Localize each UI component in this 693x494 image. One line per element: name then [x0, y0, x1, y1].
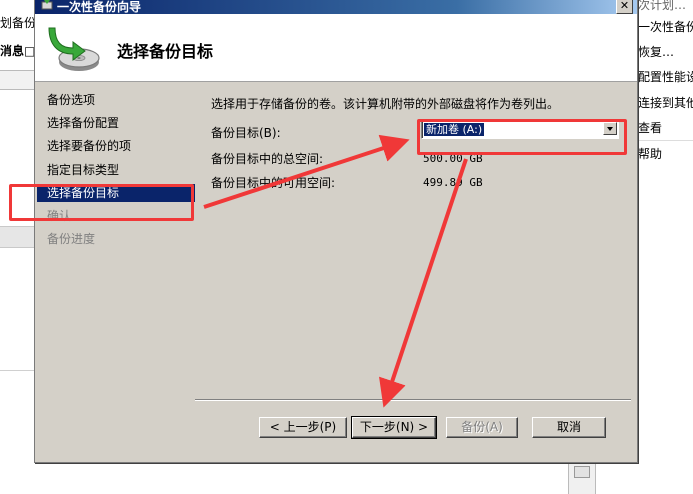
- backup-button[interactable]: 备份(A): [446, 417, 518, 438]
- dialog-title: 一次性备份向导: [57, 0, 142, 14]
- step-backup-options: 备份选项: [47, 93, 96, 107]
- step-select-config: 选择备份配置: [47, 116, 120, 130]
- scrollbar-thumb[interactable]: [574, 466, 590, 478]
- background-text: 划备份: [0, 16, 37, 30]
- action-item[interactable]: 查看: [638, 119, 662, 136]
- wizard-steps: 备份选项 选择备份配置 选择要备份的项 指定目标类型 选择备份目标 确认 备份进…: [37, 85, 195, 395]
- footer-divider: [195, 399, 631, 400]
- next-button[interactable]: 下一步(N) >: [351, 416, 437, 439]
- wizard-header: 选择备份目标: [35, 14, 637, 82]
- action-item[interactable]: 帮助: [638, 145, 662, 162]
- step-progress: 备份进度: [47, 232, 96, 246]
- cancel-button[interactable]: 取消: [532, 417, 606, 438]
- free-space-value: 499.89 GB: [423, 176, 483, 189]
- highlight-box-target: [417, 119, 627, 155]
- step-select-items: 选择要备份的项: [47, 139, 132, 153]
- background-scrollbar[interactable]: [568, 462, 596, 494]
- highlight-box-step: [9, 184, 194, 221]
- back-button[interactable]: < 上一步(P): [259, 417, 347, 438]
- backup-app-icon: [41, 0, 53, 10]
- page-title: 选择备份目标: [117, 42, 214, 61]
- backup-disk-icon: [48, 27, 100, 71]
- actions-pane: 次计划… 一次性备份… 恢复… 配置性能设… 连接到其他… 查看 帮助: [636, 0, 693, 494]
- action-item[interactable]: 配置性能设…: [638, 68, 693, 85]
- total-space-label: 备份目标中的总空间:: [211, 152, 324, 166]
- action-item[interactable]: 次计划…: [638, 0, 686, 13]
- step-target-type: 指定目标类型: [47, 163, 120, 177]
- background-text: 消息□: [0, 44, 36, 58]
- action-item[interactable]: 连接到其他…: [638, 94, 693, 111]
- target-label: 备份目标(B):: [211, 126, 281, 140]
- free-space-label: 备份目标中的可用空间:: [211, 176, 336, 190]
- actions-separator: [636, 140, 693, 141]
- dialog-titlebar[interactable]: 一次性备份向导 ✕: [35, 0, 637, 14]
- action-item[interactable]: 一次性备份…: [638, 18, 693, 35]
- description-text: 选择用于存储备份的卷。该计算机附带的外部磁盘将作为卷列出。: [211, 97, 560, 111]
- close-button[interactable]: ✕: [616, 0, 633, 14]
- action-item[interactable]: 恢复…: [638, 43, 674, 60]
- backup-wizard-dialog: 一次性备份向导 ✕ 选择备份目标 备份选项 选择备份配置 选择要备份的项 指定目…: [34, 0, 638, 463]
